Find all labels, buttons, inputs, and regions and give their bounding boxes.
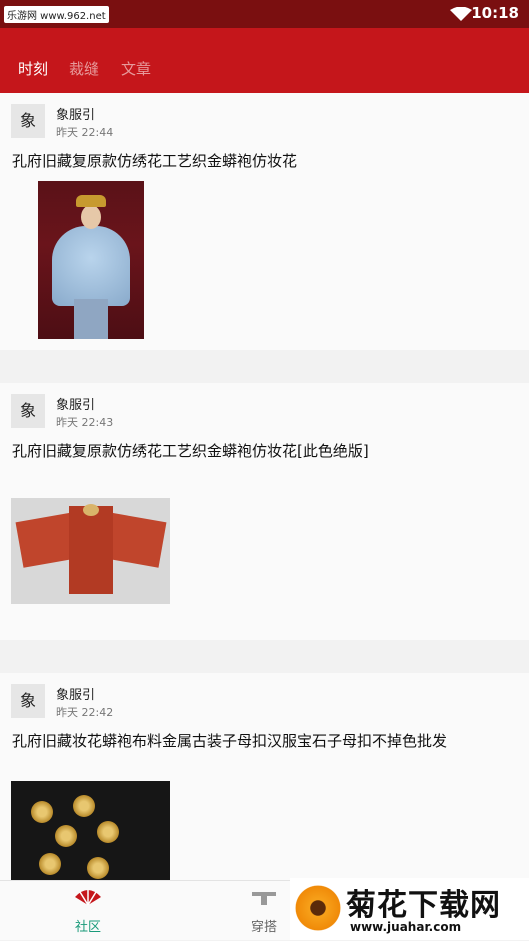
fan-icon (75, 890, 101, 905)
nav-label: 社区 (74, 920, 101, 935)
post-time: 昨天 22:42 (56, 706, 114, 719)
post-title[interactable]: 孔府旧藏复原款仿绣花工艺织金蟒袍仿妆花 (12, 150, 297, 171)
avatar[interactable]: 象 (11, 104, 45, 138)
robe-body-shape (69, 506, 113, 594)
button-piece (31, 801, 53, 823)
hanger-icon (252, 892, 276, 905)
status-bar: 乐游网 www.962.net 10:18 (0, 0, 529, 28)
post-author[interactable]: 象服引 (56, 104, 95, 123)
button-piece (39, 853, 61, 875)
avatar[interactable]: 象 (11, 684, 45, 718)
post-author[interactable]: 象服引 (56, 394, 95, 413)
post-feed[interactable]: 象 象服引 昨天 22:44 孔府旧藏复原款仿绣花工艺织金蟒袍仿妆花 象 象服引… (0, 93, 529, 880)
robe-shape (52, 226, 130, 306)
post-time: 昨天 22:44 (56, 126, 114, 139)
status-time: 10:18 (471, 4, 519, 22)
head-shape (81, 205, 101, 229)
post-title[interactable]: 孔府旧藏妆花蟒袍布料金属古装子母扣汉服宝石子母扣不掉色批发 (12, 730, 447, 751)
post-image[interactable] (11, 498, 170, 604)
status-source-label: 乐游网 www.962.net (4, 6, 109, 23)
tab-moments[interactable]: 时刻 (18, 58, 48, 79)
wifi-icon (450, 7, 472, 21)
post-image[interactable] (38, 181, 144, 339)
button-piece (97, 821, 119, 843)
crown-shape (76, 195, 106, 207)
button-piece (87, 857, 109, 879)
button-piece (55, 825, 77, 847)
collar-shape (83, 504, 99, 516)
button-piece (73, 795, 95, 817)
chrysanthemum-logo-icon (292, 882, 344, 934)
tab-tailor[interactable]: 裁缝 (69, 58, 99, 79)
avatar[interactable]: 象 (11, 394, 45, 428)
skirt-shape (74, 299, 108, 339)
post-card[interactable]: 象 象服引 昨天 22:43 孔府旧藏复原款仿绣花工艺织金蟒袍仿妆花[此色绝版] (0, 383, 529, 640)
nav-community[interactable]: 社区 (48, 881, 128, 941)
post-author[interactable]: 象服引 (56, 684, 95, 703)
post-card[interactable]: 象 象服引 昨天 22:42 孔府旧藏妆花蟒袍布料金属古装子母扣汉服宝石子母扣不… (0, 673, 529, 880)
watermark-title: 菊花下载网 (346, 888, 501, 923)
post-time: 昨天 22:43 (56, 416, 114, 429)
post-title[interactable]: 孔府旧藏复原款仿绣花工艺织金蟒袍仿妆花[此色绝版] (12, 440, 369, 461)
watermark-logo: 菊花下载网 www.juahar.com (290, 878, 529, 940)
post-image[interactable] (11, 781, 170, 880)
watermark-url: www.juahar.com (350, 920, 462, 934)
post-card[interactable]: 象 象服引 昨天 22:44 孔府旧藏复原款仿绣花工艺织金蟒袍仿妆花 (0, 93, 529, 350)
tab-articles[interactable]: 文章 (121, 58, 151, 79)
app-bar: 时刻 裁缝 文章 (0, 28, 529, 93)
